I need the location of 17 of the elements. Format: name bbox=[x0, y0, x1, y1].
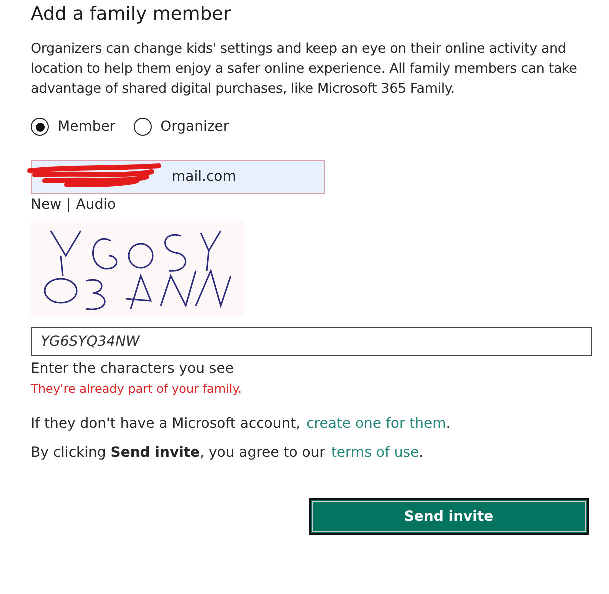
page-title: Add a family member bbox=[31, 4, 232, 25]
create-account-link[interactable]: create one for them bbox=[306, 416, 446, 432]
role-radio[interactable]: Member bbox=[31, 118, 116, 136]
period-text: . bbox=[446, 416, 451, 432]
terms-text: By clicking Send invite, you agree to our bbox=[31, 445, 326, 461]
role-radio[interactable]: Organizer bbox=[134, 118, 230, 136]
send-invite-button[interactable]: Send invite bbox=[309, 498, 589, 535]
period-text: . bbox=[419, 445, 424, 461]
description-text: Organizers can change kids' settings and keep an eye on their online activity and location to help them enjoy a safer online experience. All family members can take advantage of shared digital purchases, like Microsoft 365 Family. bbox=[31, 40, 578, 99]
terms-link[interactable]: terms of use bbox=[331, 445, 420, 461]
captcha-input[interactable]: YG6SYQ34NW bbox=[31, 327, 592, 356]
separator-text: | bbox=[66, 197, 72, 213]
account-text: If they don't have a Microsoft account, bbox=[31, 416, 301, 432]
captcha-hint: Enter the characters you see bbox=[31, 361, 235, 377]
captcha-link[interactable]: New bbox=[31, 197, 62, 213]
error-message: They're already part of your family. bbox=[31, 382, 243, 396]
captcha-link[interactable]: Audio bbox=[76, 197, 116, 213]
